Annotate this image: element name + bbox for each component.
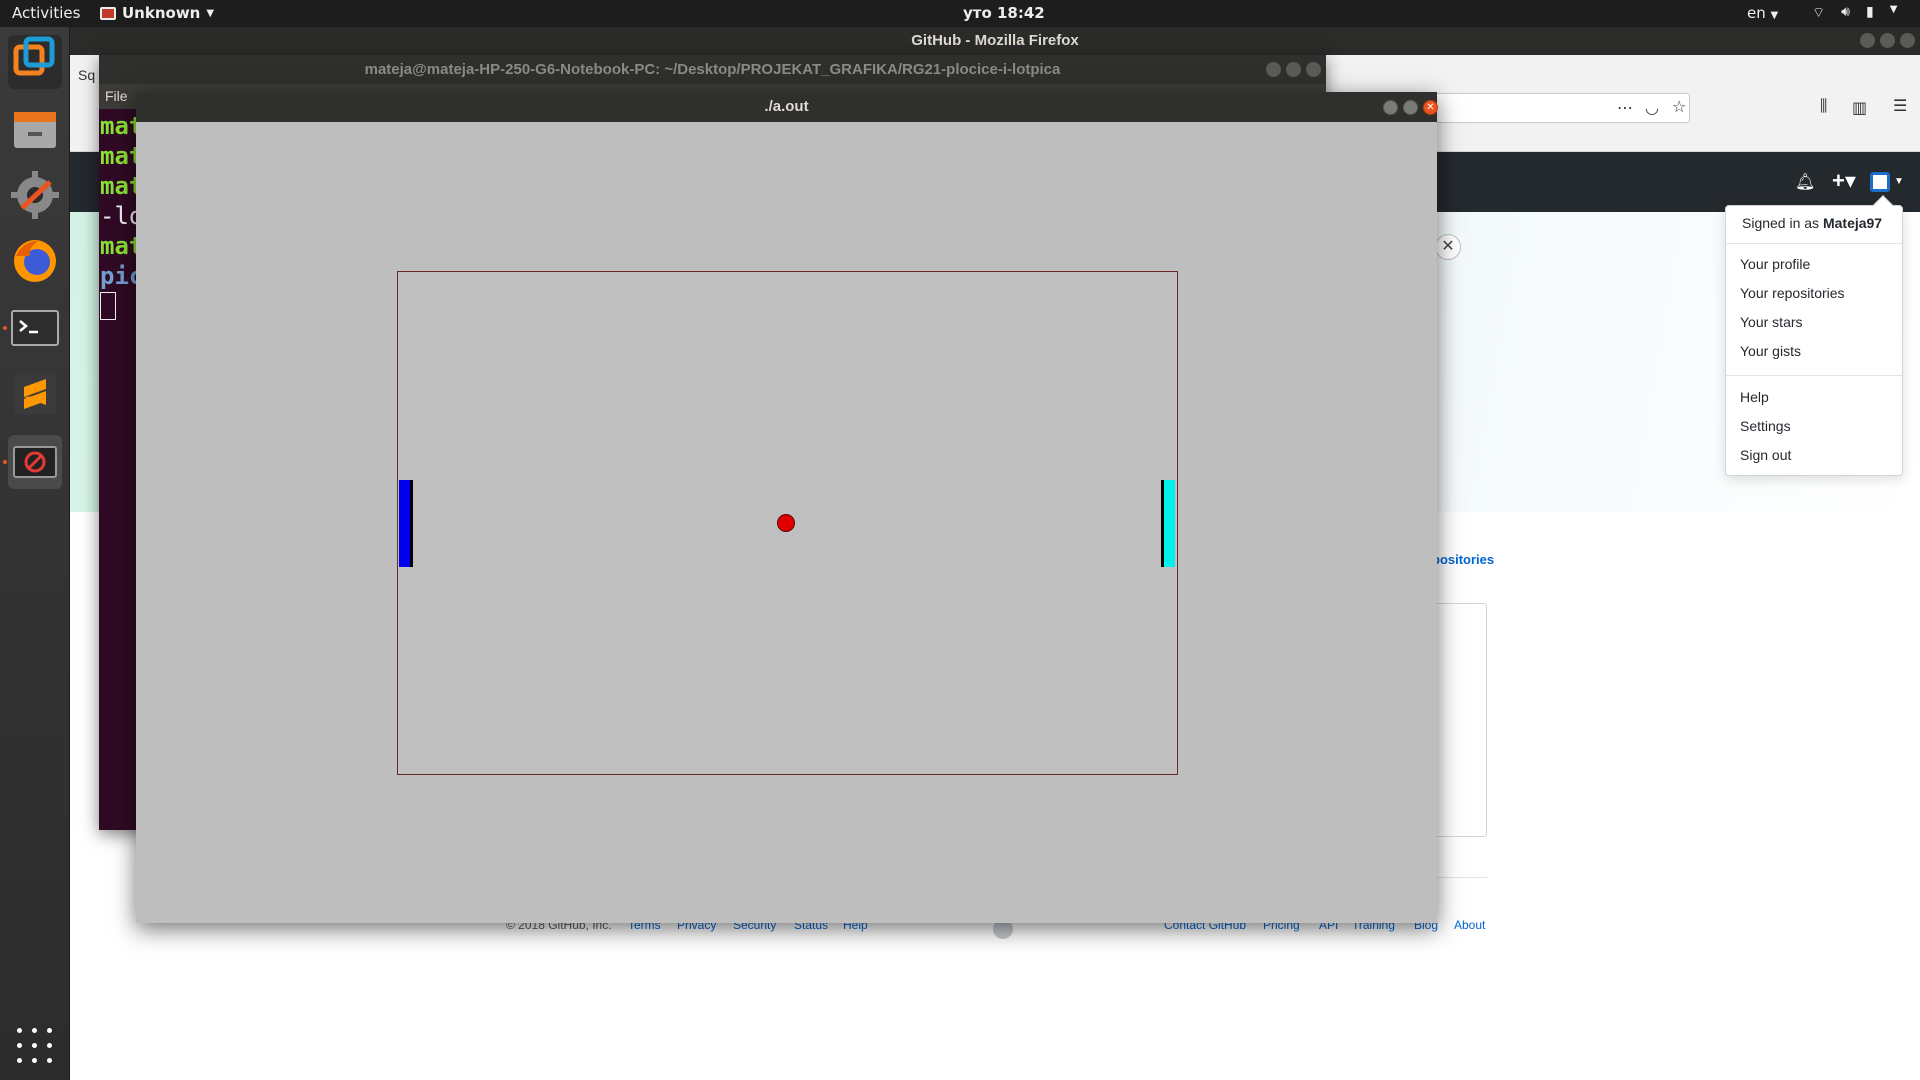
game-minimize-button[interactable]: [1383, 100, 1398, 115]
firefox-icon[interactable]: [8, 234, 62, 288]
volume-icon: 🔊︎: [1841, 4, 1850, 20]
wifi-icon: ⌔: [1812, 5, 1826, 21]
firefox-titlebar: GitHub - Mozilla Firefox: [70, 27, 1920, 55]
firefox-close-button[interactable]: [1900, 33, 1915, 48]
caret-down-icon[interactable]: ▼: [1894, 176, 1904, 187]
ball: [777, 514, 795, 532]
app-menu-button[interactable]: Unknown ▼: [100, 4, 214, 22]
firefox-minimize-button[interactable]: [1860, 33, 1875, 48]
avatar[interactable]: [1870, 172, 1890, 192]
game-window-title: ./a.out: [764, 98, 809, 115]
repositories-box: [1432, 603, 1487, 837]
launcher-dock: [0, 27, 70, 1080]
system-top-bar: Activities Unknown ▼ уто 18:42 en ▼ ⌔ 🔊︎…: [0, 0, 1920, 27]
sublime-text-icon[interactable]: [8, 367, 62, 421]
blocked-app-icon[interactable]: [3, 435, 62, 489]
files-icon[interactable]: [8, 102, 62, 156]
sidebar-icon[interactable]: ▥: [1852, 98, 1867, 118]
menu-item-sign-out[interactable]: Sign out: [1740, 447, 1791, 463]
notification-bell-icon[interactable]: 🔔︎: [1795, 172, 1815, 192]
firefox-tab-label[interactable]: Sq: [78, 67, 95, 83]
terminal-window-title: mateja@mateja-HP-250-G6-Notebook-PC: ~/D…: [364, 61, 1061, 78]
game-maximize-button[interactable]: [1403, 100, 1418, 115]
menu-item-your-gists[interactable]: Your gists: [1740, 343, 1801, 359]
terminal-close-button[interactable]: [1306, 62, 1321, 77]
game-titlebar[interactable]: ./a.out ✕: [136, 92, 1438, 122]
input-language-indicator[interactable]: en ▼: [1747, 4, 1778, 22]
menu-item-help[interactable]: Help: [1740, 389, 1769, 405]
software-updater-icon[interactable]: [8, 168, 62, 222]
caret-down-icon: ▼: [1889, 4, 1898, 15]
close-icon[interactable]: ✕: [1435, 234, 1461, 260]
menu-item-settings[interactable]: Settings: [1740, 418, 1791, 434]
star-icon[interactable]: ☆: [1672, 97, 1686, 117]
vmware-icon[interactable]: [8, 35, 62, 89]
library-icon[interactable]: ⫼: [1820, 98, 1827, 116]
signed-in-as-text: Signed in as Mateja97: [1742, 215, 1883, 231]
app-name: Unknown: [122, 4, 201, 22]
app-icon: [100, 6, 116, 20]
pocket-icon[interactable]: ◡: [1645, 98, 1659, 118]
terminal-minimize-button[interactable]: [1266, 62, 1281, 77]
firefox-window-title: GitHub - Mozilla Firefox: [911, 32, 1079, 49]
terminal-cursor: [100, 292, 116, 320]
terminal-maximize-button[interactable]: [1286, 62, 1301, 77]
more-icon[interactable]: ⋯: [1617, 98, 1633, 118]
hamburger-menu-icon[interactable]: ☰: [1893, 96, 1907, 116]
caret-down-icon: ▼: [206, 7, 215, 19]
menu-item-your-repositories[interactable]: Your repositories: [1740, 285, 1845, 301]
menu-item-your-stars[interactable]: Your stars: [1740, 314, 1803, 330]
battery-icon: ▮: [1866, 4, 1874, 20]
footer-link-about[interactable]: About: [1454, 918, 1485, 932]
game-close-button[interactable]: ✕: [1423, 100, 1438, 115]
username: Mateja97: [1822, 215, 1883, 231]
left-paddle: [399, 480, 413, 567]
clock[interactable]: уто 18:42: [963, 4, 1045, 22]
activities-button[interactable]: Activities: [12, 4, 80, 22]
terminal-titlebar[interactable]: mateja@mateja-HP-250-G6-Notebook-PC: ~/D…: [99, 55, 1326, 84]
firefox-maximize-button[interactable]: [1880, 33, 1895, 48]
terminal-menu-file[interactable]: File: [105, 88, 128, 104]
caret-down-icon: ▼: [1770, 10, 1779, 21]
language-label: en: [1747, 4, 1766, 22]
menu-item-your-profile[interactable]: Your profile: [1740, 256, 1810, 272]
create-new-plus-icon[interactable]: +▾: [1832, 168, 1856, 194]
app-grid-icon[interactable]: [17, 1028, 53, 1064]
terminal-icon[interactable]: [3, 301, 62, 355]
repositories-link[interactable]: positories: [1432, 552, 1494, 567]
status-menu[interactable]: ⌔ 🔊︎ ▮ ▼: [1812, 4, 1897, 22]
right-paddle: [1161, 480, 1175, 567]
user-dropdown-menu: Signed in as Mateja97 Your profile Your …: [1725, 195, 1903, 476]
